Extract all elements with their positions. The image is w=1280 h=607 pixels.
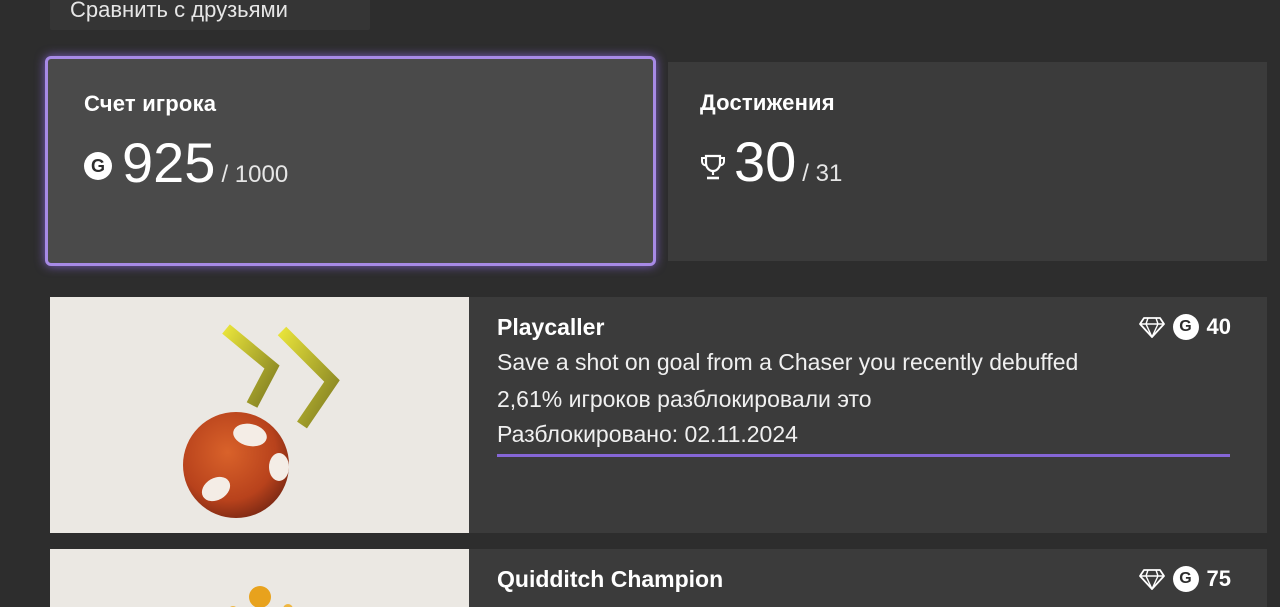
compare-with-friends-button[interactable]: Сравнить с друзьями bbox=[50, 0, 370, 30]
achievement-unlock-percent: 2,61% игроков разблокировали это bbox=[497, 386, 872, 412]
gamerscore-value-row: G 925 / 1000 bbox=[84, 135, 617, 191]
achievement-card[interactable]: Quidditch Champion G 75 bbox=[50, 549, 1267, 607]
achievements-title: Достижения bbox=[700, 90, 835, 115]
achievement-name: Playcaller bbox=[497, 314, 605, 340]
gamerscore-value: 925 bbox=[122, 131, 216, 194]
achievement-unlock-date: Разблокировано: 02.11.2024 bbox=[497, 421, 798, 447]
gamerscore-max: / 1000 bbox=[221, 161, 289, 188]
achievement-reward: G 40 bbox=[1138, 314, 1231, 340]
achievement-image bbox=[50, 549, 469, 607]
trophy-icon bbox=[701, 154, 725, 180]
achievement-reward: G 75 bbox=[1138, 566, 1231, 592]
achievement-image bbox=[50, 297, 469, 533]
diamond-icon bbox=[1138, 569, 1165, 590]
diamond-icon bbox=[1138, 317, 1165, 338]
achievements-tile[interactable]: Достижения 30 / 31 bbox=[668, 62, 1267, 261]
gamerscore-icon: G bbox=[84, 152, 112, 180]
achievements-value: 30 bbox=[734, 130, 797, 193]
achievement-points: 75 bbox=[1206, 566, 1231, 591]
achievement-description: Save a shot on goal from a Chaser you re… bbox=[497, 349, 1079, 375]
achievement-details: Quidditch Champion bbox=[497, 566, 1231, 593]
achievements-value-row: 30 / 31 bbox=[700, 134, 1235, 190]
gamerscore-title: Счет игрока bbox=[84, 91, 217, 116]
achievement-progress-bar bbox=[497, 454, 1230, 457]
achievement-name: Quidditch Champion bbox=[497, 566, 724, 592]
achievements-max: / 31 bbox=[802, 160, 843, 187]
achievement-details: Playcaller Save a shot on goal from a Ch… bbox=[497, 314, 1231, 457]
gamerscore-tile[interactable]: Счет игрока G 925 / 1000 bbox=[45, 56, 656, 266]
gamerscore-icon: G bbox=[1172, 566, 1199, 592]
achievement-card[interactable]: Playcaller Save a shot on goal from a Ch… bbox=[50, 297, 1267, 533]
achievement-points: 40 bbox=[1206, 314, 1231, 339]
gamerscore-icon: G bbox=[1172, 314, 1199, 340]
